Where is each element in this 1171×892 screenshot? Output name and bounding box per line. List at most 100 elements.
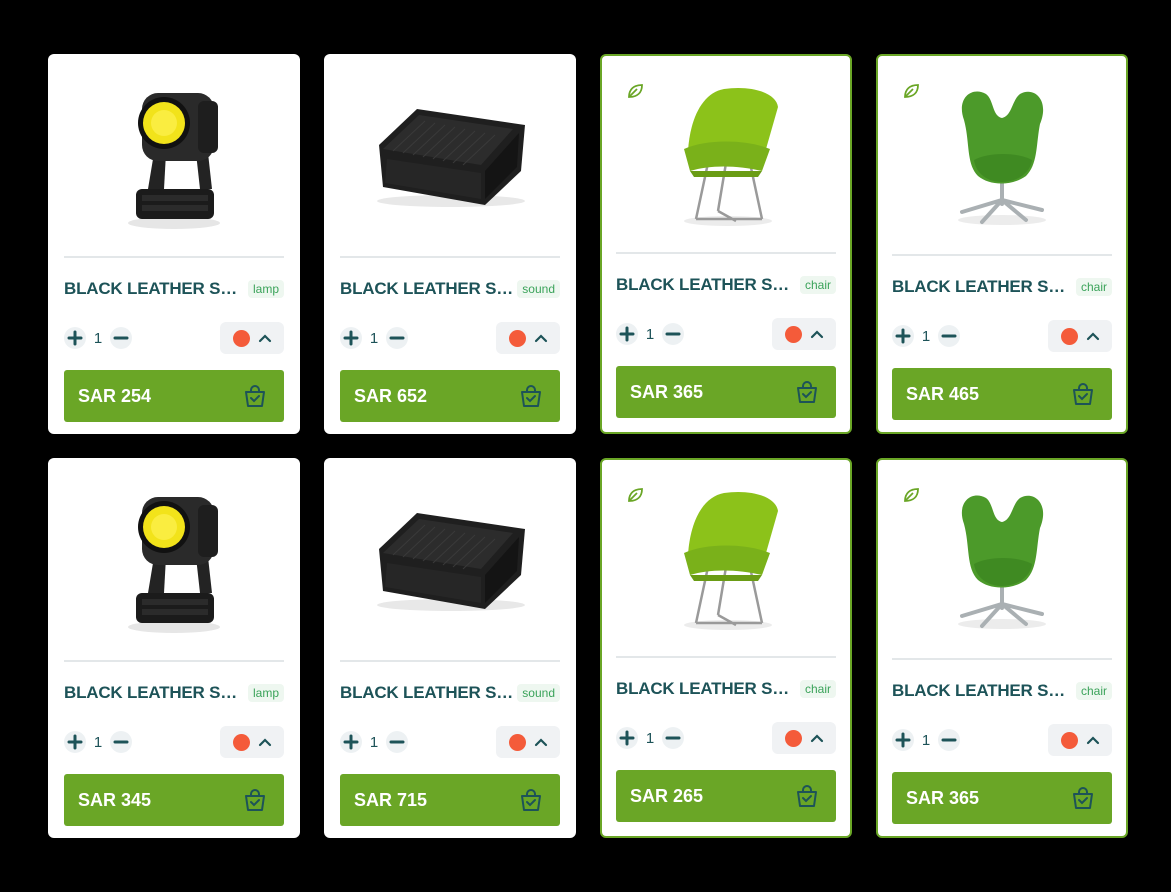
product-image[interactable] [892, 460, 1112, 660]
minus-icon [389, 336, 405, 340]
quantity-value: 1 [369, 329, 379, 347]
color-selector[interactable] [496, 726, 560, 758]
price-label: SAR 345 [78, 789, 152, 810]
quantity-value: 1 [921, 327, 931, 345]
decrease-quantity-button[interactable] [110, 327, 132, 349]
quantity-stepper: 1 [64, 327, 132, 349]
add-to-cart-button[interactable]: SAR 715 [340, 774, 560, 826]
add-to-cart-button[interactable]: SAR 254 [64, 370, 284, 422]
add-to-cart-button[interactable]: SAR 345 [64, 774, 284, 826]
decrease-quantity-button[interactable] [662, 323, 684, 345]
product-image[interactable] [892, 56, 1112, 256]
price-label: SAR 465 [906, 383, 980, 404]
lime-lounge-chair-image [684, 87, 778, 226]
selected-color-swatch [784, 729, 802, 747]
green-swan-chair-image [958, 495, 1046, 629]
plus-icon [619, 730, 635, 746]
color-selector[interactable] [1048, 724, 1112, 756]
decrease-quantity-button[interactable] [386, 327, 408, 349]
color-selector[interactable] [1048, 320, 1112, 352]
increase-quantity-button[interactable] [340, 731, 362, 753]
selected-color-swatch [232, 329, 250, 347]
stage-monitor-speaker-image [377, 513, 525, 611]
selected-color-swatch [1060, 731, 1078, 749]
decrease-quantity-button[interactable] [938, 729, 960, 751]
product-image[interactable] [340, 56, 560, 258]
plus-icon [343, 330, 359, 346]
color-selector[interactable] [220, 726, 284, 758]
quantity-value: 1 [93, 329, 103, 347]
product-card: BLACK LEATHER ST... chair 1 SAR 365 [876, 458, 1128, 838]
product-title[interactable]: BLACK LEATHER ST... [892, 277, 1068, 297]
increase-quantity-button[interactable] [64, 731, 86, 753]
chevron-up-icon [534, 334, 547, 343]
selected-color-swatch [232, 733, 250, 751]
shopping-bag-icon [521, 789, 541, 811]
shopping-bag-icon [1073, 383, 1093, 405]
decrease-quantity-button[interactable] [662, 727, 684, 749]
minus-icon [389, 740, 405, 744]
product-card: BLACK LEATHER ST... sound 1 SAR 652 [324, 54, 576, 434]
shopping-bag-icon [521, 385, 541, 407]
product-title[interactable]: BLACK LEATHER ST... [64, 279, 240, 299]
add-to-cart-button[interactable]: SAR 365 [616, 366, 836, 418]
product-image[interactable] [616, 56, 836, 254]
add-to-cart-button[interactable]: SAR 652 [340, 370, 560, 422]
moving-head-lamp-image [128, 93, 220, 229]
minus-icon [113, 740, 129, 744]
product-title[interactable]: BLACK LEATHER ST... [892, 681, 1068, 701]
increase-quantity-button[interactable] [64, 327, 86, 349]
product-title[interactable]: BLACK LEATHER ST... [616, 679, 792, 699]
product-card: BLACK LEATHER ST... lamp 1 SAR 345 [48, 458, 300, 838]
chevron-up-icon [1086, 736, 1099, 745]
quantity-stepper: 1 [64, 731, 132, 753]
category-tag: chair [1075, 682, 1112, 700]
product-title[interactable]: BLACK LEATHER ST... [340, 279, 516, 299]
product-image[interactable] [340, 460, 560, 662]
chevron-up-icon [810, 734, 823, 743]
category-tag: chair [799, 276, 836, 294]
increase-quantity-button[interactable] [616, 323, 638, 345]
chevron-up-icon [258, 738, 271, 747]
shopping-bag-icon [1073, 787, 1093, 809]
product-title[interactable]: BLACK LEATHER ST... [340, 683, 516, 703]
decrease-quantity-button[interactable] [110, 731, 132, 753]
color-selector[interactable] [220, 322, 284, 354]
product-image[interactable] [64, 460, 284, 662]
price-label: SAR 365 [630, 381, 704, 402]
minus-icon [941, 738, 957, 742]
green-swan-chair-image [958, 91, 1046, 225]
color-selector[interactable] [772, 722, 836, 754]
decrease-quantity-button[interactable] [938, 325, 960, 347]
product-image[interactable] [616, 460, 836, 658]
product-card: BLACK LEATHER ST... chair 1 SAR 265 [600, 458, 852, 838]
add-to-cart-button[interactable]: SAR 265 [616, 770, 836, 822]
leaf-icon [628, 84, 643, 98]
add-to-cart-button[interactable]: SAR 365 [892, 772, 1112, 824]
price-label: SAR 254 [78, 385, 152, 406]
leaf-icon [628, 488, 643, 502]
quantity-value: 1 [93, 733, 103, 751]
product-grid: BLACK LEATHER ST... lamp 1 SAR 254 BLACK… [48, 54, 1128, 838]
product-card: BLACK LEATHER ST... lamp 1 SAR 254 [48, 54, 300, 434]
quantity-stepper: 1 [892, 729, 960, 751]
color-selector[interactable] [772, 318, 836, 350]
product-image[interactable] [64, 56, 284, 258]
color-selector[interactable] [496, 322, 560, 354]
chevron-up-icon [810, 330, 823, 339]
product-card: BLACK LEATHER ST... chair 1 SAR 365 [600, 54, 852, 434]
product-title[interactable]: BLACK LEATHER ST... [616, 275, 792, 295]
shopping-bag-icon [797, 381, 817, 403]
product-title[interactable]: BLACK LEATHER ST... [64, 683, 240, 703]
plus-icon [895, 732, 911, 748]
increase-quantity-button[interactable] [616, 727, 638, 749]
add-to-cart-button[interactable]: SAR 465 [892, 368, 1112, 420]
increase-quantity-button[interactable] [340, 327, 362, 349]
increase-quantity-button[interactable] [892, 325, 914, 347]
increase-quantity-button[interactable] [892, 729, 914, 751]
minus-icon [941, 334, 957, 338]
minus-icon [665, 332, 681, 336]
chevron-up-icon [534, 738, 547, 747]
price-label: SAR 652 [354, 385, 428, 406]
decrease-quantity-button[interactable] [386, 731, 408, 753]
